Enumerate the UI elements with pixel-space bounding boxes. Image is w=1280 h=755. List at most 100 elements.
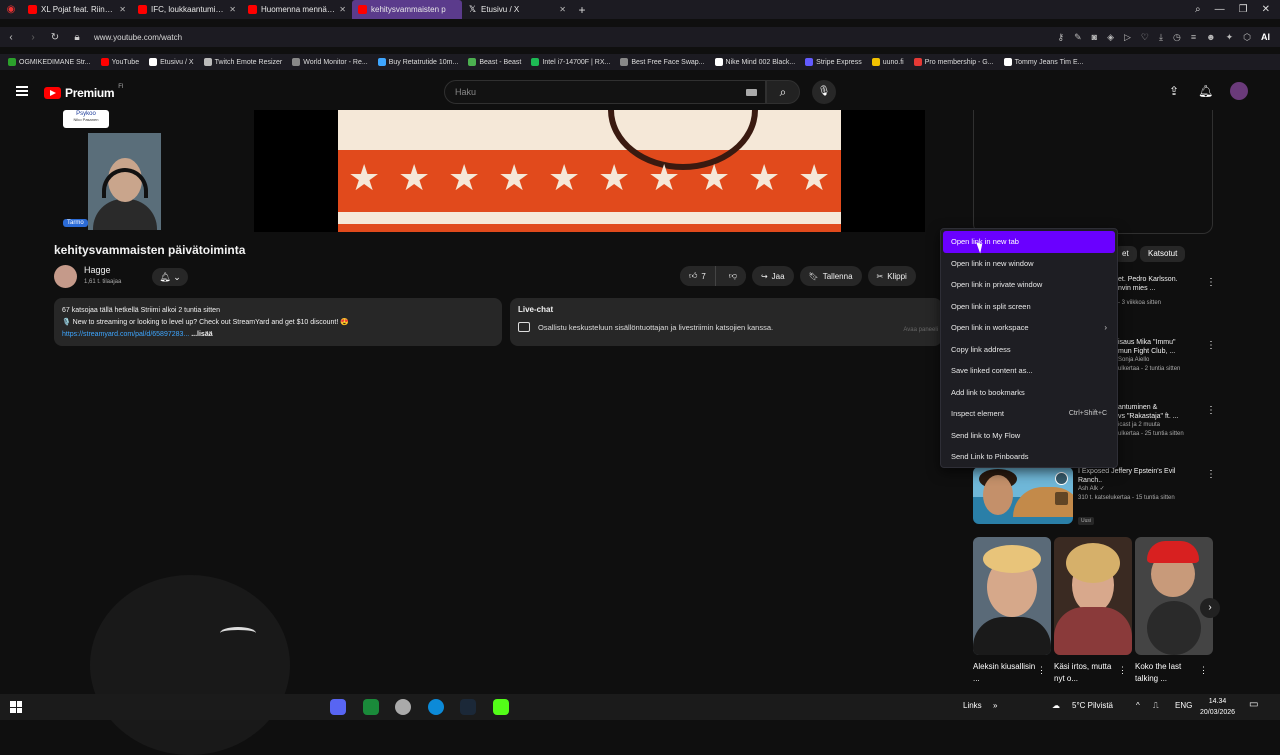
recommendation-item[interactable]: antuminen & vs "Rakastaja" ft. ... icast …	[1118, 403, 1214, 439]
channel-name[interactable]: Hagge	[84, 265, 111, 275]
notification-icon[interactable]: ▭	[1249, 699, 1258, 710]
windows-start-icon[interactable]	[10, 701, 22, 713]
subscribe-bell-button[interactable]: 🔔︎ ⌄	[152, 268, 188, 286]
bookmark-item[interactable]: Buy Retatrutide 10m...	[377, 58, 458, 66]
key-icon[interactable]: ⚷	[1058, 32, 1065, 43]
forward-icon[interactable]: ›	[22, 32, 44, 43]
add-to-queue-icon[interactable]	[1055, 492, 1068, 505]
camera-icon[interactable]: ◙	[1092, 32, 1097, 43]
clip-button[interactable]: ✂ Klippi	[867, 266, 916, 286]
close-tab-icon[interactable]: ✕	[559, 5, 566, 14]
menu-icon[interactable]: ≡	[1191, 32, 1196, 43]
profile-icon[interactable]: ☻	[1206, 32, 1215, 43]
context-menu-item[interactable]: Send link to My Flow	[943, 425, 1115, 447]
more-options-icon[interactable]: ⋮	[1206, 405, 1216, 416]
minimize-icon[interactable]: —	[1215, 4, 1225, 15]
close-tab-icon[interactable]: ✕	[229, 5, 236, 14]
context-menu-item[interactable]: Open link in new tab	[943, 231, 1115, 253]
more-options-icon[interactable]: ⋮	[1118, 665, 1127, 676]
close-tab-icon[interactable]: ✕	[119, 5, 126, 14]
short-thumbnail[interactable]	[1135, 537, 1213, 655]
browser-tab[interactable]: IFC, loukkaantuminen &✕	[132, 0, 242, 19]
bookmark-item[interactable]: World Monitor - Re...	[292, 58, 368, 66]
show-more-link[interactable]: ...lisää	[191, 331, 212, 338]
description-box[interactable]: 67 katsojaa tällä hetkellä Striimi alkoi…	[54, 298, 502, 346]
bookmark-item[interactable]: OGMIKEDIMANE Str...	[8, 58, 91, 66]
context-menu-item[interactable]: Open link in private window	[943, 274, 1115, 296]
network-icon[interactable]: ⎍	[1153, 701, 1159, 711]
context-menu-item[interactable]: Open link in new window	[943, 253, 1115, 275]
bookmark-item[interactable]: Tommy Jeans Tim E...	[1003, 58, 1083, 66]
context-menu-item[interactable]: Open link in split screen	[943, 296, 1115, 318]
more-options-icon[interactable]: ⋮	[1206, 469, 1216, 480]
recommendation-item[interactable]: isaus Mika "Immu" mun Fight Club, ... Son…	[1118, 338, 1214, 374]
bookmark-item[interactable]: Stripe Express	[805, 58, 862, 66]
short-title[interactable]: Aleksin kiusallisin ...	[973, 661, 1039, 685]
video-player[interactable]: ★ ★ ★ ★ ★ ★ ★ ★ ★ ★	[254, 110, 925, 232]
context-menu-item[interactable]: Send Link to Pinboards	[943, 446, 1115, 468]
url-field[interactable]: www.youtube.com/watch	[94, 33, 182, 42]
bell-icon[interactable]: 🔔︎	[1198, 84, 1213, 98]
more-options-icon[interactable]: ⋮	[1037, 665, 1046, 676]
reload-icon[interactable]: ↻	[44, 32, 66, 43]
more-options-icon[interactable]: ⋮	[1199, 665, 1208, 676]
upload-icon[interactable]: ⇪	[1169, 84, 1179, 98]
recommendation-item[interactable]: I Exposed Jeffery Epstein's Evil Ranch.. …	[1078, 467, 1200, 503]
keyboard-icon[interactable]	[746, 89, 757, 96]
browser-tab-active[interactable]: kehitysvammaisten p	[352, 0, 462, 19]
like-button[interactable]: 👍︎ 7	[680, 266, 716, 286]
new-tab-button[interactable]: +	[572, 3, 592, 17]
hamburger-menu-icon[interactable]	[16, 86, 28, 96]
maximize-icon[interactable]: ❐	[1239, 4, 1248, 15]
clock[interactable]: 14.34 20/03/2026	[1200, 696, 1235, 718]
channel-avatar[interactable]	[54, 265, 77, 288]
search-button[interactable]: ⌕	[766, 80, 800, 104]
ai-button[interactable]: AI	[1261, 32, 1270, 43]
context-menu-item[interactable]: Add link to bookmarks	[943, 382, 1115, 404]
play-icon[interactable]: ▷	[1124, 32, 1131, 43]
bookmark-item[interactable]: Twitch Emote Resizer	[203, 58, 282, 66]
links-toolbar[interactable]: Links	[963, 701, 982, 710]
bookmark-item[interactable]: Pro membership - G...	[913, 58, 994, 66]
shield-app-icon[interactable]	[395, 699, 411, 715]
discord-icon[interactable]	[330, 699, 346, 715]
bookmark-item[interactable]: Intel i7-14700F | RX...	[531, 58, 610, 66]
app-icon[interactable]	[363, 699, 379, 715]
bookmark-item[interactable]: Etusivu / X	[149, 58, 194, 66]
cube-icon[interactable]: ⬡	[1243, 32, 1251, 43]
watch-later-icon[interactable]	[1055, 472, 1068, 485]
bookmark-item[interactable]: Best Free Face Swap...	[620, 58, 705, 66]
more-options-icon[interactable]: ⋮	[1206, 277, 1216, 288]
browser-tab[interactable]: XL Pojat feat. Riina ja Joni✕	[22, 0, 132, 19]
filter-chip-watched[interactable]: Katsotut	[1140, 246, 1186, 262]
browser-tab[interactable]: 𝕏 Etusivu / X ✕	[462, 0, 572, 19]
close-window-icon[interactable]: ✕	[1262, 4, 1270, 15]
browser-logo-icon[interactable]: ◉	[0, 4, 22, 15]
microphone-button[interactable]: 🎙︎	[812, 80, 836, 104]
youtube-logo[interactable]: Premium FI	[44, 84, 124, 100]
heart-icon[interactable]: ♡	[1141, 32, 1149, 43]
next-shorts-button[interactable]: ›	[1200, 598, 1220, 618]
history-icon[interactable]: ◷	[1173, 32, 1181, 43]
dislike-button[interactable]: 👎︎	[719, 266, 746, 286]
download-icon[interactable]: ⤓	[1159, 32, 1163, 43]
bookmark-item[interactable]: YouTube	[100, 58, 139, 66]
language-indicator[interactable]: ENG	[1175, 701, 1192, 710]
bookmark-item[interactable]: uuno.fi	[871, 58, 904, 66]
context-menu-item[interactable]: Save linked content as...	[943, 360, 1115, 382]
short-title[interactable]: Koko the last talking ...	[1135, 661, 1201, 685]
browser-tab[interactable]: Huomenna mennään! - Y✕	[242, 0, 352, 19]
search-tabs-icon[interactable]: ⌕	[1195, 4, 1201, 15]
context-menu-item[interactable]: Copy link address	[943, 339, 1115, 361]
share-button[interactable]: ↪ Jaa	[751, 266, 794, 286]
open-panel-hint[interactable]: Avaa paneeli	[903, 327, 938, 333]
back-icon[interactable]: ‹	[0, 32, 22, 43]
kick-icon[interactable]	[493, 699, 509, 715]
search-input[interactable]: Haku	[444, 80, 766, 104]
bookmark-item[interactable]: Beast - Beast	[468, 58, 521, 66]
context-menu-item[interactable]: Open link in workspace ›	[943, 317, 1115, 339]
description-link[interactable]: https://streamyard.com/pal/d/65897283...	[62, 331, 189, 338]
short-thumbnail[interactable]	[1054, 537, 1132, 655]
recommendation-item[interactable]: et. Pedro Karlsson. nvin mies ... - 3 vii…	[1118, 275, 1214, 308]
save-button[interactable]: 🔖︎ Tallenna	[799, 266, 862, 286]
